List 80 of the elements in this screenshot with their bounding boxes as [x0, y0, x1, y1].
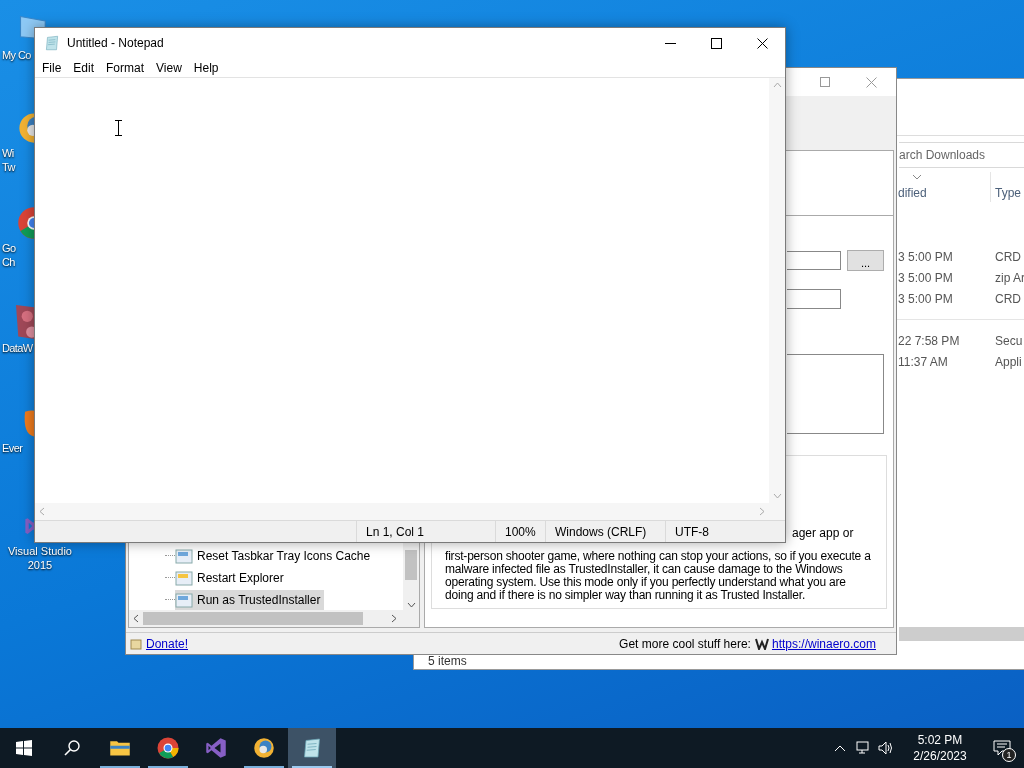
- chrome-icon: [156, 736, 180, 760]
- volume-icon: [878, 741, 894, 755]
- notification-badge: 1: [1002, 748, 1016, 762]
- network-icon: [856, 741, 872, 755]
- date-cell-text: 22 7:58 PM: [898, 332, 961, 350]
- globe-icon: [252, 736, 276, 760]
- desktop-icon-label[interactable]: 2015: [27, 558, 53, 572]
- date-cell-text: 3 5:00 PM: [898, 248, 954, 266]
- notification-button[interactable]: 1: [980, 728, 1024, 768]
- tool-icon: [175, 547, 193, 565]
- chevron-up-icon: [834, 744, 846, 752]
- clock-date[interactable]: 2/26/2023: [913, 748, 967, 764]
- donate-link[interactable]: Donate!: [146, 634, 189, 653]
- scroll-left-icon: [133, 614, 139, 623]
- type-cell-text: Secu: [995, 332, 1023, 350]
- menu-item[interactable]: Help: [187, 58, 225, 77]
- visual-studio-icon: [204, 736, 228, 760]
- window-title: Untitled - Notepad: [67, 35, 164, 52]
- taskbar-app[interactable]: [288, 728, 336, 768]
- column-header[interactable]: Type: [995, 184, 1021, 202]
- type-cell-text: CRD: [995, 290, 1021, 308]
- promo-text: Get more cool stuff here:: [619, 635, 751, 653]
- scroll-down-icon: [772, 493, 782, 499]
- tool-icon: [175, 591, 193, 609]
- status-text: Ln 1, Col 1: [356, 521, 495, 542]
- tree-item[interactable]: Restart Explorer: [175, 568, 288, 588]
- scrollbar-thumb[interactable]: [405, 550, 417, 580]
- text-area[interactable]: [787, 354, 884, 434]
- type-cell-text: CRD: [995, 248, 1021, 266]
- search-icon: [64, 740, 80, 756]
- type-cell-text: Appli: [995, 353, 1022, 371]
- text-field[interactable]: [787, 289, 841, 309]
- scroll-left-icon: [39, 507, 45, 516]
- desktop-icon-label[interactable]: Ch: [2, 255, 15, 269]
- menu-item[interactable]: File: [36, 58, 68, 77]
- search-field[interactable]: arch Downloads: [899, 142, 1024, 168]
- desktop-icon-label[interactable]: Tw: [2, 160, 15, 174]
- scroll-right-icon: [759, 507, 765, 516]
- browse-button[interactable]: ...: [847, 250, 884, 271]
- status-text: 5 items: [427, 655, 468, 669]
- winaero-logo-icon: [754, 637, 769, 650]
- type-cell-text: zip Ar: [995, 269, 1024, 287]
- minimize-icon: [664, 42, 676, 44]
- date-cell-text: 3 5:00 PM: [898, 290, 954, 308]
- sort-chevron-icon: [912, 174, 922, 180]
- website-link[interactable]: https://winaero.com: [771, 634, 876, 653]
- maximize-icon: [820, 77, 830, 87]
- desktop-icon-label[interactable]: Visual Studio: [8, 544, 72, 558]
- desktop-icon-label[interactable]: Wi: [2, 146, 14, 160]
- menu-item[interactable]: Edit: [67, 58, 101, 77]
- status-text: 100%: [495, 521, 545, 542]
- close-icon: [865, 76, 877, 88]
- scrollbar-thumb[interactable]: [143, 612, 363, 625]
- date-cell-text: 3 5:00 PM: [898, 269, 954, 287]
- notepad-icon: [43, 34, 61, 52]
- scroll-right-icon: [391, 614, 397, 623]
- desktop-icon-label[interactable]: DataW: [2, 341, 33, 355]
- tree-item[interactable]: Run as TrustedInstaller: [175, 590, 325, 610]
- description-text: first-person shooter game, where nothing can stop your actions, so if you execute a malware infected file as TrustedInstaller, it can cause damage to the Windows operating system. Use this mode only if you perfectly understand what you are doing and if there is no simpler way than running it as Trusted Installer.: [445, 550, 872, 602]
- date-cell-text: 11:37 AM: [898, 353, 949, 371]
- status-text: UTF-8: [665, 521, 760, 542]
- status-text: Windows (CRLF): [545, 521, 665, 542]
- maximize-icon: [710, 37, 722, 49]
- close-icon: [756, 37, 768, 49]
- text-field[interactable]: [787, 251, 841, 270]
- menu-item[interactable]: View: [150, 58, 188, 77]
- tree-item[interactable]: Reset Tasbkar Tray Icons Cache: [175, 546, 375, 566]
- clock-time[interactable]: 5:02 PM: [917, 732, 963, 748]
- menu-item[interactable]: Format: [100, 58, 151, 77]
- desktop-icon-label[interactable]: Ever: [2, 441, 23, 455]
- tool-icon: [175, 569, 193, 587]
- description-fragment: ager app or: [792, 525, 854, 542]
- scrollbar-track[interactable]: [899, 627, 1024, 641]
- text-cursor-icon: [115, 120, 122, 136]
- desktop-icon-label[interactable]: Go: [2, 241, 16, 255]
- column-header[interactable]: dified: [898, 186, 927, 200]
- notification-icon: [993, 740, 1011, 756]
- windows-logo-icon: [16, 740, 32, 756]
- scroll-up-icon: [772, 82, 782, 88]
- scroll-down-icon: [406, 602, 416, 608]
